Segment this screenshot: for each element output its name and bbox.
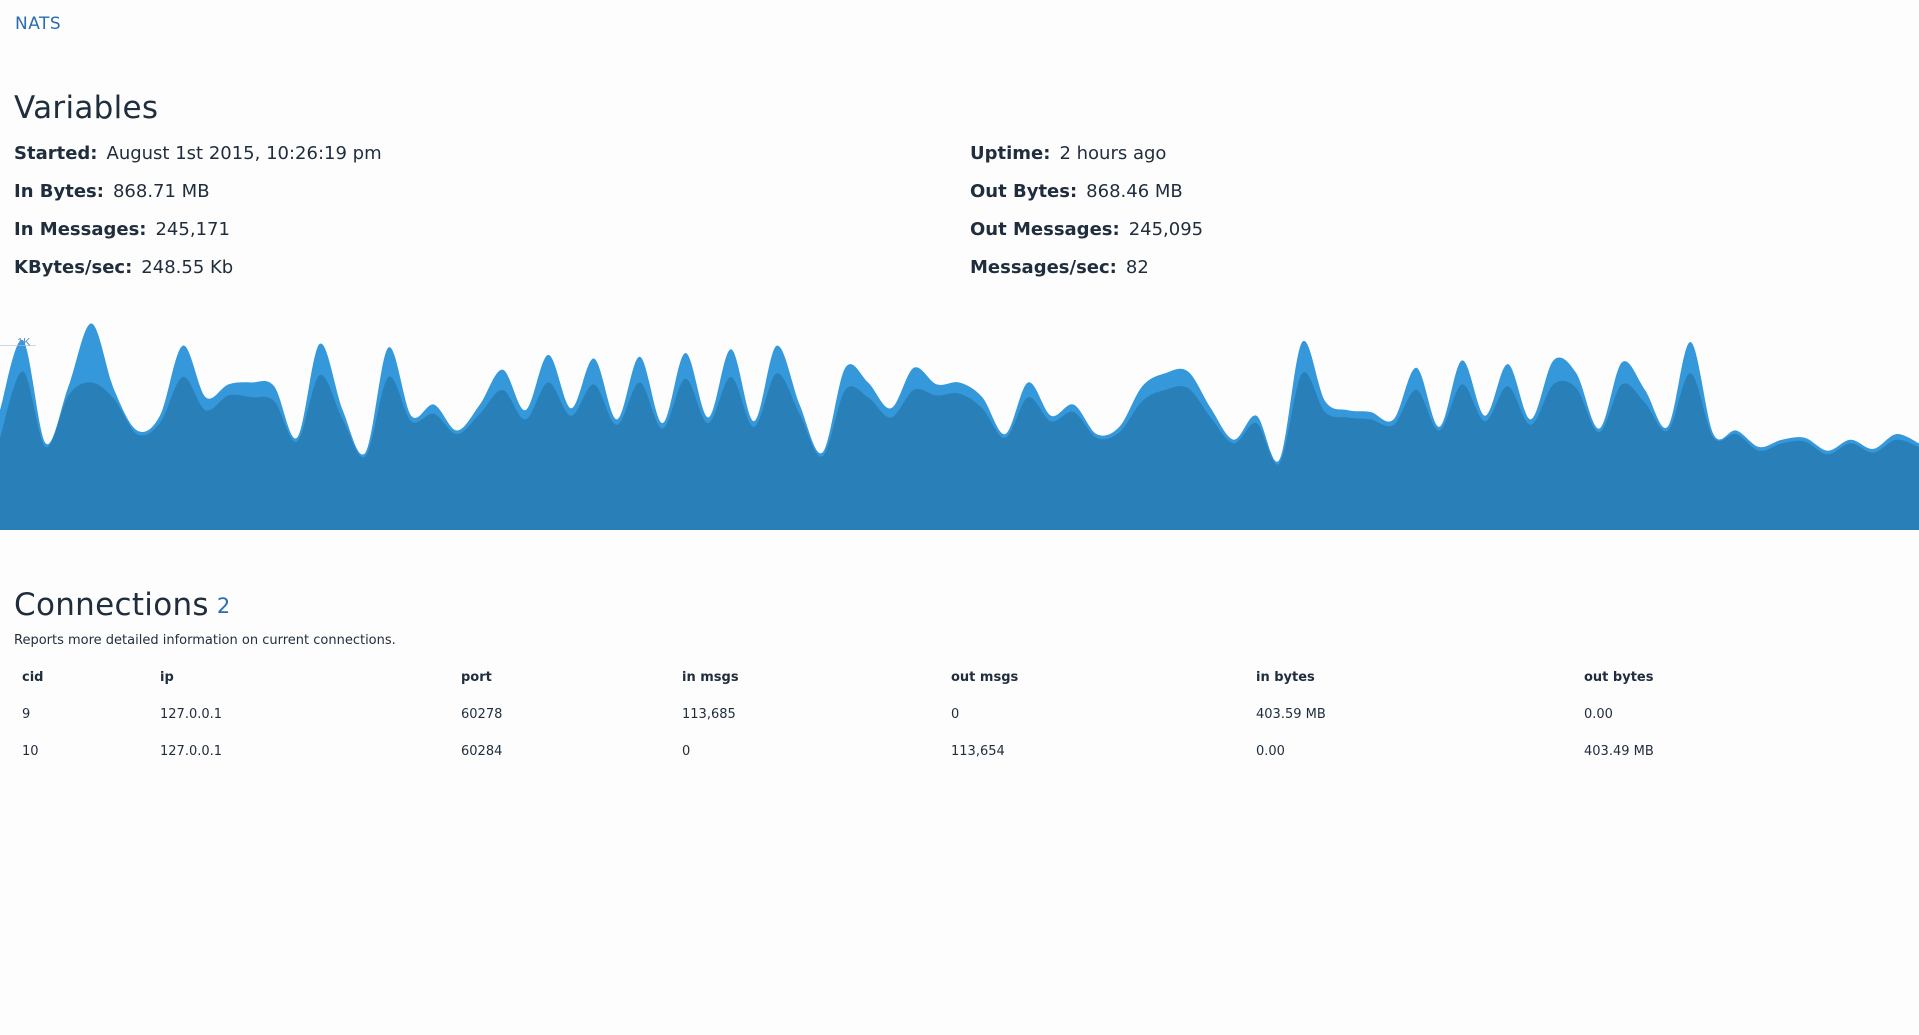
stat-uptime: Uptime: 2 hours ago	[970, 140, 1904, 178]
table-cell-out-msgs: 0	[951, 707, 960, 722]
table-cell-in-bytes: 0.00	[1256, 744, 1285, 759]
column-header-cid: cid	[22, 670, 44, 685]
stat-value: 868.71 MB	[112, 181, 210, 202]
stat-value: 248.55 Kb	[141, 257, 234, 278]
table-cell-in-msgs: 113,685	[682, 707, 736, 722]
stat-label: Out Bytes:	[970, 181, 1078, 202]
stat-label: KBytes/sec:	[14, 257, 133, 278]
stat-label: Messages/sec:	[970, 257, 1117, 278]
stat-label: In Messages:	[14, 219, 147, 240]
throughput-chart-svg: 1K	[0, 323, 1919, 530]
connections-subtitle: Reports more detailed information on cur…	[14, 633, 396, 648]
nats-home-link[interactable]: NATS	[15, 14, 61, 34]
stat-out-bytes: Out Bytes: 868.46 MB	[970, 178, 1904, 216]
table-row: 10 127.0.0.1 60284 0 113,654 0.00 403.49 MB	[14, 733, 1904, 770]
connections-title-text: Connections	[14, 587, 209, 623]
stat-value: 868.46 MB	[1086, 181, 1183, 202]
throughput-chart: 1K	[0, 318, 1919, 530]
column-header-port: port	[461, 670, 492, 685]
column-header-ip: ip	[160, 670, 174, 685]
stat-out-messages: Out Messages: 245,095	[970, 216, 1904, 254]
stat-label: Uptime:	[970, 143, 1051, 164]
stat-started: Started: August 1st 2015, 10:26:19 pm	[14, 140, 970, 178]
stat-value: 82	[1125, 257, 1149, 278]
column-header-out-msgs: out msgs	[951, 670, 1019, 685]
stat-value: 2 hours ago	[1059, 143, 1167, 164]
table-cell-port: 60278	[461, 707, 503, 722]
y-tick-label: 1K	[17, 337, 31, 349]
stat-label: Out Messages:	[970, 219, 1120, 240]
table-cell-out-bytes: 0.00	[1584, 707, 1613, 722]
column-header-in-msgs: in msgs	[682, 670, 739, 685]
stat-value: 245,171	[155, 219, 230, 240]
stat-label: Started:	[14, 143, 98, 164]
table-cell-out-bytes: 403.49 MB	[1584, 744, 1654, 759]
column-header-in-bytes: in bytes	[1256, 670, 1315, 685]
table-row: 9 127.0.0.1 60278 113,685 0 403.59 MB 0.00	[14, 696, 1904, 733]
variables-title: Variables	[14, 90, 159, 126]
table-cell-port: 60284	[461, 744, 503, 759]
column-header-out-bytes: out bytes	[1584, 670, 1654, 685]
connections-table: cid ip port in msgs out msgs in bytes out byte…	[14, 659, 1904, 770]
table-cell-cid: 10	[22, 744, 39, 759]
stat-in-messages: In Messages: 245,171	[14, 216, 970, 254]
stat-value: 245,095	[1128, 219, 1204, 240]
table-cell-in-msgs: 0	[682, 744, 691, 759]
stat-in-bytes: In Bytes: 868.71 MB	[14, 178, 970, 216]
table-cell-ip: 127.0.0.1	[160, 744, 223, 759]
stat-label: In Bytes:	[14, 181, 104, 202]
table-header-row: cid ip port in msgs out msgs in bytes out byte…	[14, 659, 1904, 696]
stat-kbytes-sec: KBytes/sec: 248.55 Kb	[14, 254, 970, 292]
chart-area-inner	[0, 371, 1919, 530]
connections-title: Connections 2	[14, 587, 231, 623]
stat-messages-sec: Messages/sec: 82	[970, 254, 1904, 292]
table-cell-cid: 9	[22, 707, 31, 722]
stat-value: August 1st 2015, 10:26:19 pm	[106, 143, 382, 164]
table-cell-in-bytes: 403.59 MB	[1256, 707, 1326, 722]
connections-count: 2	[216, 594, 231, 618]
variables-stats: Started: August 1st 2015, 10:26:19 pm Upti…	[14, 140, 1904, 292]
table-cell-ip: 127.0.0.1	[160, 707, 223, 722]
table-cell-out-msgs: 113,654	[951, 744, 1005, 759]
